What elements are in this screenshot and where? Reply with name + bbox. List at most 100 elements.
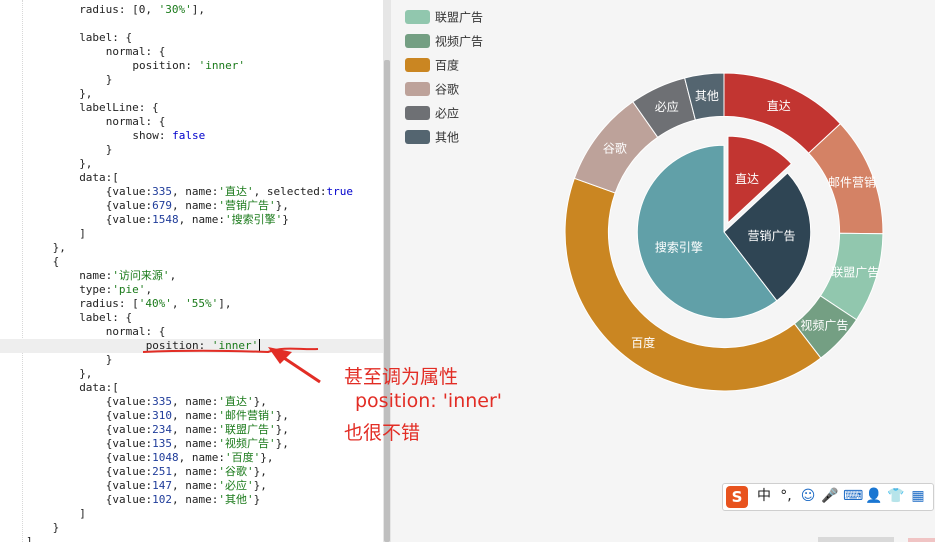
legend-swatch[interactable] xyxy=(405,106,430,120)
code-line[interactable]: {value:251, name:'谷歌'}, xyxy=(0,465,267,479)
code-token: ], xyxy=(218,297,232,310)
code-line[interactable]: normal: { xyxy=(0,325,166,339)
code-token: 234 xyxy=(152,423,173,436)
code-line[interactable]: show: false xyxy=(0,129,205,143)
code-token: , name: xyxy=(172,465,219,478)
legend-label[interactable]: 百度 xyxy=(435,58,459,73)
code-line[interactable]: ] xyxy=(0,535,33,542)
code-token: } xyxy=(105,353,113,366)
code-line[interactable]: label: { xyxy=(0,311,132,325)
code-line[interactable]: ] xyxy=(0,507,86,521)
code-token: } xyxy=(253,493,261,506)
code-line[interactable]: label: { xyxy=(0,31,132,45)
legend-label[interactable]: 联盟广告 xyxy=(435,11,483,25)
slice-label: 营销广告 xyxy=(748,229,796,243)
code-token: {value: xyxy=(105,437,153,450)
code-line[interactable]: {value:310, name:'邮件营销'}, xyxy=(0,409,289,423)
code-token: normal: { xyxy=(105,45,166,58)
code-line[interactable]: name:'访问来源', xyxy=(0,269,176,283)
code-token: label: { xyxy=(79,31,133,44)
code-token: '联盟广告' xyxy=(218,423,276,436)
code-token: '邮件营销' xyxy=(218,409,276,422)
code-line[interactable]: ] xyxy=(0,227,86,241)
bottom-strip-accent xyxy=(908,538,935,542)
code-token: false xyxy=(172,129,206,142)
code-line[interactable]: }, xyxy=(0,241,66,255)
ime-toolbar[interactable]: S 中 °, ☺ 🎤 ⌨ 👤 👕 ▦ xyxy=(722,483,934,511)
legend-swatch[interactable] xyxy=(405,10,430,24)
code-token: }, xyxy=(79,157,93,170)
code-line[interactable]: } xyxy=(0,353,113,367)
legend-label[interactable]: 视频广告 xyxy=(435,34,483,49)
code-line[interactable]: }, xyxy=(0,87,92,101)
code-line[interactable]: data:[ xyxy=(0,171,119,185)
scrollbar-thumb[interactable] xyxy=(384,60,390,542)
legend-label[interactable]: 其他 xyxy=(435,131,459,145)
mic-icon[interactable]: 🎤 xyxy=(821,487,839,505)
slice-label: 谷歌 xyxy=(603,141,627,156)
code-line[interactable]: radius: ['40%', '55%'], xyxy=(0,297,232,311)
code-line[interactable]: {value:147, name:'必应'}, xyxy=(0,479,267,493)
code-line[interactable]: {value:234, name:'联盟广告'}, xyxy=(0,423,289,437)
code-line[interactable]: normal: { xyxy=(0,45,166,59)
code-line[interactable]: radius: [0, '30%'], xyxy=(0,3,205,17)
shirt-icon[interactable]: 👕 xyxy=(887,487,905,505)
code-token: { xyxy=(52,255,60,268)
code-token: , name: xyxy=(178,213,226,226)
code-token: {value: xyxy=(105,213,153,226)
code-token: {value: xyxy=(105,409,153,422)
code-line[interactable]: {value:1048, name:'百度'}, xyxy=(0,451,274,465)
legend-swatch[interactable] xyxy=(405,58,430,72)
keyboard-icon[interactable]: ⌨ xyxy=(843,487,863,505)
slice-label: 搜索引擎 xyxy=(655,239,703,254)
code-line[interactable]: { xyxy=(0,255,60,269)
text-cursor xyxy=(259,339,261,352)
code-token: }, xyxy=(253,479,267,492)
user-icon[interactable]: 👤 xyxy=(865,487,883,505)
code-line[interactable]: } xyxy=(0,73,113,87)
code-token: }, xyxy=(275,409,289,422)
sogou-logo-icon[interactable]: S xyxy=(726,486,748,508)
legend-swatch[interactable] xyxy=(405,82,430,96)
grid-icon[interactable]: ▦ xyxy=(909,487,927,505)
legend-label[interactable]: 必应 xyxy=(435,106,459,121)
legend-swatch[interactable] xyxy=(405,34,430,48)
code-line[interactable]: {value:335, name:'直达'}, xyxy=(0,395,267,409)
editor-scrollbar[interactable] xyxy=(383,0,391,542)
code-line[interactable]: } xyxy=(0,143,113,157)
code-token: } xyxy=(282,213,289,226)
code-lines[interactable]: radius: [0, '30%'], label: {normal: {posi… xyxy=(0,0,383,542)
code-line[interactable]: {value:1548, name:'搜索引擎'} xyxy=(0,213,289,227)
code-line[interactable]: {value:102, name:'其他'} xyxy=(0,493,260,507)
code-editor[interactable]: radius: [0, '30%'], label: {normal: {posi… xyxy=(0,0,383,542)
ime-lang-toggle[interactable]: 中 xyxy=(755,487,773,505)
code-token: {value: xyxy=(105,493,153,506)
code-line[interactable]: labelLine: { xyxy=(0,101,158,115)
code-line[interactable]: position: 'inner' xyxy=(0,339,383,353)
legend-label[interactable]: 谷歌 xyxy=(435,82,459,97)
code-token: , name: xyxy=(172,479,219,492)
code-token: , name: xyxy=(172,493,219,506)
slice-label: 必应 xyxy=(655,99,679,114)
code-token: '谷歌' xyxy=(218,465,254,478)
code-line[interactable]: type:'pie', xyxy=(0,283,152,297)
code-token: {value: xyxy=(105,423,153,436)
code-line[interactable]: } xyxy=(0,521,60,535)
code-token: '搜索引擎' xyxy=(225,213,283,226)
code-line[interactable]: data:[ xyxy=(0,381,119,395)
code-token: , name: xyxy=(172,437,219,450)
code-line[interactable]: {value:135, name:'视频广告'}, xyxy=(0,437,289,451)
code-line[interactable]: {value:679, name:'营销广告'}, xyxy=(0,199,289,213)
code-line[interactable]: }, xyxy=(0,367,92,381)
emoji-icon[interactable]: ☺ xyxy=(799,487,817,505)
code-line[interactable]: position: 'inner' xyxy=(0,59,245,73)
code-line[interactable] xyxy=(0,17,26,31)
code-line[interactable]: {value:335, name:'直达', selected:true xyxy=(0,185,353,199)
code-line[interactable]: normal: { xyxy=(0,115,166,129)
code-token: 1048 xyxy=(152,451,179,464)
code-token: '视频广告' xyxy=(218,437,276,450)
code-token: 147 xyxy=(152,479,173,492)
code-line[interactable]: }, xyxy=(0,157,92,171)
ime-punct-toggle[interactable]: °, xyxy=(777,487,795,505)
legend-swatch[interactable] xyxy=(405,130,430,144)
